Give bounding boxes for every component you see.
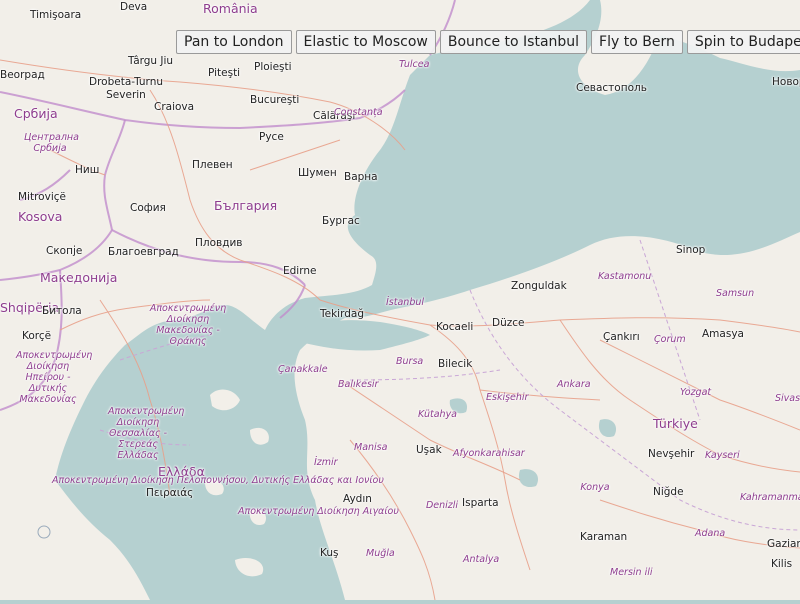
map-label-region: Mersin ili — [610, 567, 653, 578]
pan-to-london-button[interactable]: Pan to London — [176, 30, 292, 54]
map-label-region: Muğla — [366, 548, 395, 559]
map-label-city: Korçë — [22, 330, 52, 342]
map-label-city: Благоевград — [108, 246, 179, 258]
map-label-city: Mitroviçë — [18, 191, 66, 203]
map-label-country: Македонија — [40, 270, 118, 285]
map-label-city: Kocaeli — [436, 321, 474, 333]
map-label-region: Kahramanmara — [740, 492, 800, 503]
map-label-region: Antalya — [463, 554, 500, 565]
map-label-city: Tekirdağ — [320, 308, 364, 320]
map-label-city: Севастополь — [576, 82, 647, 94]
animation-toolbar: Pan to London Elastic to Moscow Bounce t… — [176, 30, 800, 54]
map-label-region: Αποκεντρωμένη Διοίκηση Αιγαίου — [238, 506, 399, 517]
map-label-region: Kastamonu — [598, 271, 652, 282]
map-label-city: Zonguldak — [511, 280, 567, 292]
map-label-city: Sinop — [676, 244, 706, 256]
map-label-region: Constanța — [334, 107, 383, 118]
map-label-city: Новор — [772, 76, 800, 88]
map-label-region: Tulcea — [399, 59, 430, 70]
map-label-city: Târgu Jiu — [128, 55, 174, 67]
map-label-city: Isparta — [462, 497, 499, 509]
map-label-city: Kilis — [771, 558, 793, 570]
map-label-region: Ankara — [557, 379, 591, 390]
map-label-city: Пловдив — [195, 237, 243, 249]
spin-to-budapest-button[interactable]: Spin to Budapest — [686, 30, 800, 54]
map-label-city: Nevşehir — [648, 448, 695, 460]
map-label-region: Eskişehir — [486, 392, 529, 403]
map-label-city: Aydın — [343, 493, 372, 505]
map-label-region: Balıkesir — [338, 379, 379, 390]
map-label-city: Edirne — [283, 265, 317, 277]
map-label-region: Samsun — [716, 288, 755, 299]
map-label-region: Manisa — [354, 442, 388, 453]
map-label-region: Αποκεντρωμένη Διοίκηση Πελοποννήσου, Δυτ… — [52, 475, 384, 486]
map-label-country: Србија — [14, 106, 58, 121]
map-label-region: Bursa — [396, 356, 424, 367]
map-label-city: Uşak — [416, 444, 442, 456]
map-label-country: Kosova — [18, 209, 63, 224]
map-label-city: Kuş — [320, 547, 339, 559]
map-label-region: Çanakkale — [278, 364, 328, 375]
bounce-to-istanbul-button[interactable]: Bounce to Istanbul — [439, 30, 588, 54]
map-label-city: Gazian — [767, 538, 800, 550]
map-label-country: Türkiye — [653, 416, 698, 431]
map-label-city: Бургас — [322, 215, 360, 227]
map-label-city: Скопје — [46, 245, 83, 257]
map-label-city: Düzce — [492, 317, 525, 329]
map-label-region: İzmir — [314, 457, 338, 468]
map-label-city: Niğde — [653, 486, 684, 498]
map-label-region: Yozgat — [680, 387, 712, 398]
map-label-country: România — [203, 1, 258, 16]
map-label-region: Çorum — [654, 334, 686, 345]
map-label-country: България — [214, 198, 278, 213]
map-label-city: Ниш — [75, 164, 100, 176]
map-label-city: Deva — [120, 1, 148, 13]
map-label-city: Piteşti — [208, 67, 241, 79]
elastic-to-moscow-button[interactable]: Elastic to Moscow — [295, 30, 436, 54]
map-label-region: Αποκεντρωμένη Διοίκηση Μακεδονίας - Θράκ… — [149, 303, 227, 347]
map-label-region: Централна Србија — [24, 132, 79, 154]
map-label-region: Adana — [695, 528, 726, 539]
map-label-city: Çankırı — [603, 331, 640, 343]
map-label-city: Amasya — [702, 328, 744, 340]
map-label-region: İstanbul — [386, 297, 425, 308]
map-label-region: Sivas — [775, 393, 800, 404]
map-label-city: Drobeta-Turnu Severin — [88, 76, 163, 101]
map-label-city: Bucureşti — [250, 94, 300, 106]
map-label-city: Karaman — [580, 531, 628, 543]
map-label-city: Timişoara — [30, 9, 82, 21]
map-label-city: Ploieşti — [254, 61, 292, 73]
map-label-region: Konya — [580, 482, 610, 493]
map-label-city: Πειραιάς — [146, 487, 194, 499]
map-label-city: София — [130, 202, 166, 214]
map-label-region: Afyonkarahisar — [453, 448, 525, 459]
map-label-city: Craiova — [154, 101, 195, 113]
map-label-region: Αποκεντρωμένη Διοίκηση Θεσσαλίας - Στερε… — [108, 406, 185, 461]
map-label-city: Bilecik — [438, 358, 473, 370]
map-label-city: Плевен — [192, 159, 233, 171]
map-label-city: Битола — [42, 305, 82, 317]
map-label-city: Beorpaд — [0, 69, 45, 81]
map-label-city: Шумен — [298, 167, 337, 179]
map-label-region: Kayseri — [705, 450, 740, 461]
map-label-city: Варна — [344, 171, 378, 183]
map-label-city: Русе — [259, 131, 284, 143]
fly-to-bern-button[interactable]: Fly to Bern — [591, 30, 683, 54]
map-label-region: Kütahya — [418, 409, 458, 420]
map-label-region: Αποκεντρωμένη Διοίκηση Ηπείρου - Δυτικής… — [16, 350, 93, 405]
